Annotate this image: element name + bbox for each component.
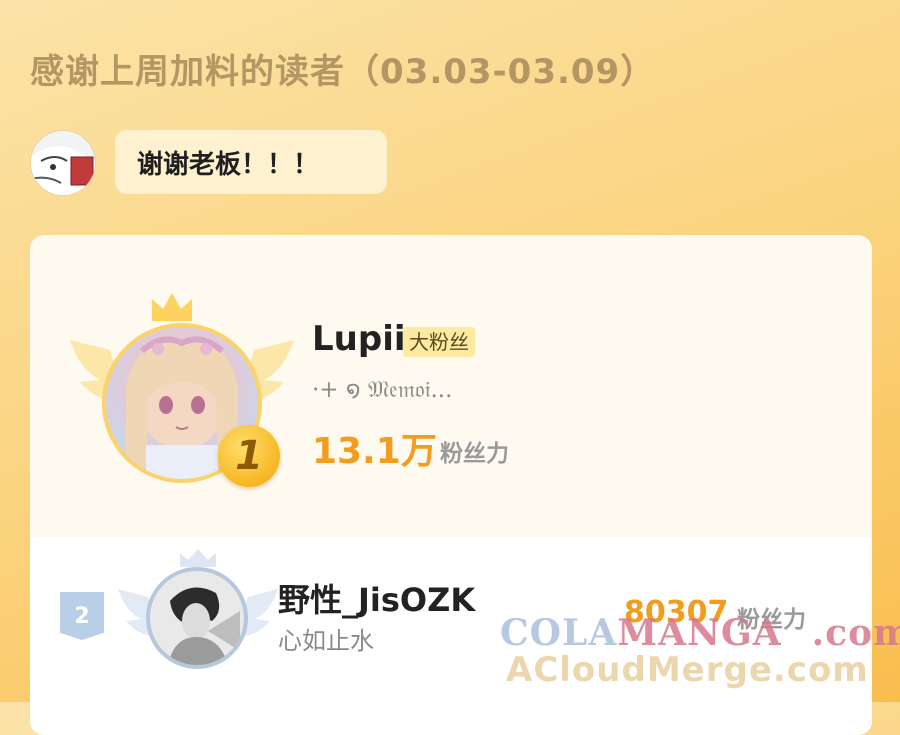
author-avatar[interactable]: [30, 130, 96, 196]
page-title: 感谢上周加料的读者（03.03-03.09）: [30, 52, 656, 92]
fan-level-badge: 大粉丝: [403, 327, 475, 357]
watermark-part-a: COLA: [500, 612, 618, 654]
thanks-message-bubble: 谢谢老板！！！: [115, 130, 387, 194]
watermark-colamanga: COLAMANGA .com: [500, 612, 900, 654]
rank-1-score: 13.1万: [312, 431, 437, 472]
watermark-part-c: .com: [811, 612, 900, 654]
watermark-acloudmerge: ACloudMerge.com: [506, 650, 869, 690]
cartoon-avatar-icon: [31, 131, 95, 195]
rank-2-motto: 心如止水: [278, 627, 374, 655]
thanks-message-text: 谢谢老板！！！: [137, 149, 320, 180]
rank-1-motto: ·+ ໑ 𝔐𝔢𝔪𝔬𝔦...: [312, 377, 453, 403]
sketch-portrait-icon: [150, 571, 244, 665]
rank-1-badge: 1: [218, 425, 280, 487]
rank-1-username[interactable]: Lupii: [312, 319, 406, 359]
rank-1-entry[interactable]: 1 Lupii 大粉丝 ·+ ໑ 𝔐𝔢𝔪𝔬𝔦... 13.1万 粉丝力: [30, 235, 872, 535]
rank-2-badge: 2: [60, 592, 104, 640]
crown-icon: [152, 293, 192, 321]
rank-2-username[interactable]: 野性_JisOZK: [278, 575, 475, 621]
watermark-part-b: MANGA: [617, 612, 782, 654]
rank-2-avatar[interactable]: [146, 567, 248, 669]
rank-1-score-unit: 粉丝力: [440, 441, 509, 467]
